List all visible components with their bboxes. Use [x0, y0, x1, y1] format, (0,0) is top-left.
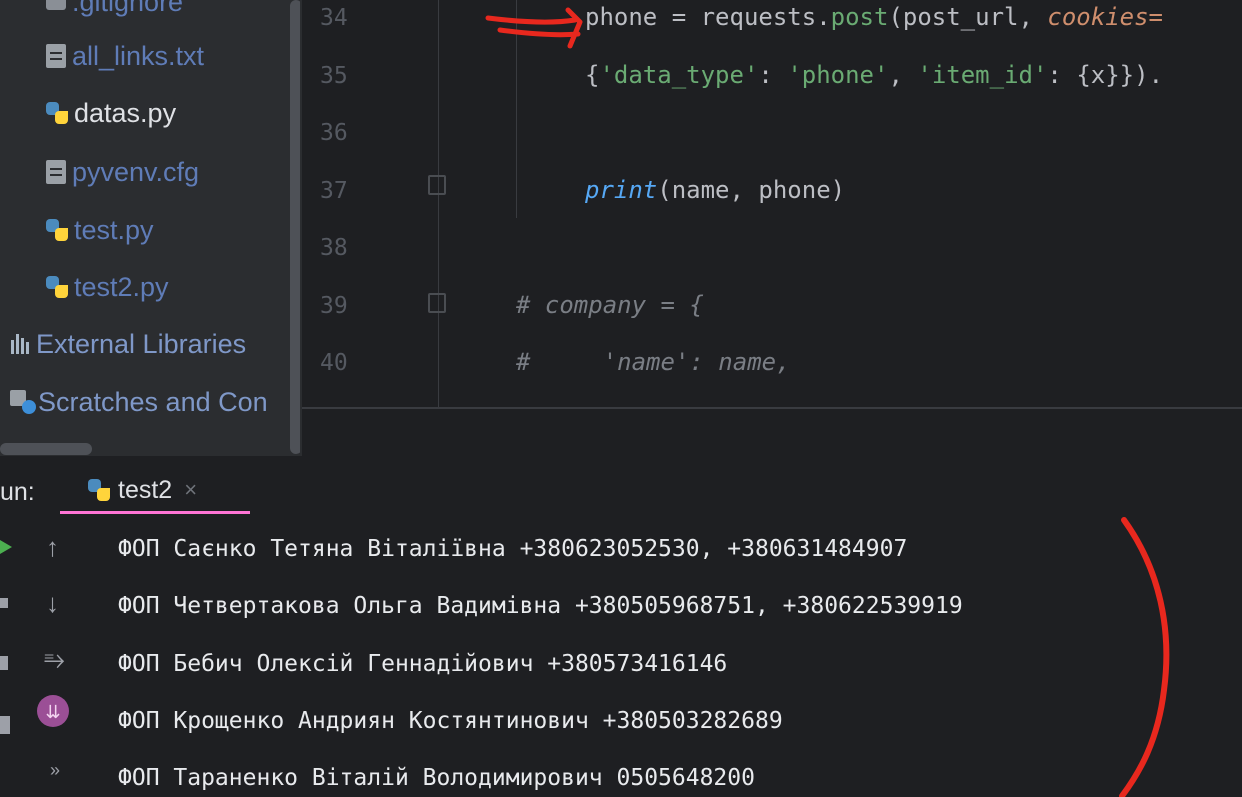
tree-item-pyvenv[interactable]: pyvenv.cfg — [46, 152, 199, 192]
library-icon — [10, 334, 34, 354]
gutter-separator — [438, 0, 439, 408]
tree-item-scratches[interactable]: Scratches and Con — [10, 382, 268, 422]
line-number: 39 — [320, 293, 348, 319]
soft-wrap-icon[interactable]: ⥱ — [44, 644, 65, 676]
settings-icon[interactable] — [0, 716, 10, 734]
stop-icon[interactable] — [0, 598, 8, 608]
run-label: un: — [0, 478, 35, 506]
run-tab-label: test2 — [118, 475, 173, 504]
code-editor[interactable]: 34 35 36 37 38 39 40 phone = requests.po… — [302, 0, 1242, 408]
scratch-icon — [10, 390, 36, 414]
console-output-line: ФОП Саєнко Тетяна Віталіївна +3806230525… — [118, 536, 908, 562]
python-file-icon — [46, 276, 68, 298]
code-line-40: # 'name': name, — [516, 348, 791, 376]
line-number: 36 — [320, 120, 348, 146]
text-file-icon — [46, 160, 66, 184]
console-output-line: ФОП Четвертакова Ольга Вадимівна +380505… — [118, 593, 963, 619]
text-file-icon — [46, 44, 66, 68]
tree-item-datas-py[interactable]: datas.py — [46, 93, 176, 133]
python-icon — [88, 479, 110, 501]
line-number: 37 — [320, 178, 348, 204]
tree-horizontal-scrollbar[interactable] — [0, 443, 92, 455]
run-tab-test2[interactable]: test2 × — [88, 472, 197, 508]
rerun-icon[interactable] — [0, 540, 12, 554]
code-line-37: print(name, phone) — [585, 176, 846, 204]
console-output-line: ФОП Тараненко Віталій Володимирович 0505… — [118, 765, 755, 791]
tree-item-all-links[interactable]: all_links.txt — [46, 36, 204, 76]
editor-lower-strip — [302, 409, 1242, 456]
layout-icon[interactable] — [0, 656, 8, 670]
tree-item-external-libraries[interactable]: External Libraries — [10, 324, 246, 364]
console-output-line: ФОП Крощенко Андриян Костянтинович +3805… — [118, 708, 783, 734]
fold-start-icon[interactable] — [428, 293, 446, 313]
close-icon[interactable]: × — [184, 477, 197, 503]
more-tools-icon[interactable]: » — [50, 760, 60, 781]
python-file-icon — [46, 102, 68, 124]
gitignore-file-icon — [46, 0, 66, 10]
tree-vertical-scrollbar[interactable] — [290, 0, 300, 454]
python-file-icon — [46, 219, 68, 241]
run-console[interactable]: ↑ ↓ ⥱ ⇊ » ФОП Саєнко Тетяна Віталіївна +… — [0, 516, 1242, 797]
code-line-34: phone = requests.post(post_url, cookies= — [585, 3, 1163, 31]
tree-item-test-py[interactable]: test.py — [46, 210, 154, 250]
line-number: 40 — [320, 350, 348, 376]
up-arrow-icon[interactable]: ↑ — [46, 532, 59, 563]
line-number: 38 — [320, 235, 348, 261]
svg-text:⇊: ⇊ — [45, 702, 60, 723]
code-line-35: {'data_type': 'phone', 'item_id': {x}}). — [585, 61, 1164, 89]
indent-guide — [516, 0, 517, 218]
down-arrow-icon[interactable]: ↓ — [46, 588, 59, 619]
project-tree: .gitignore all_links.txt datas.py pyvenv… — [0, 0, 300, 456]
line-number: 35 — [320, 63, 348, 89]
code-line-39: # company = { — [516, 291, 704, 319]
tree-item-test2-py[interactable]: test2.py — [46, 267, 169, 307]
fold-end-icon[interactable] — [428, 175, 446, 195]
active-tab-indicator — [60, 511, 250, 514]
scroll-to-end-icon[interactable]: ⇊ — [36, 694, 70, 728]
tree-item-gitignore[interactable]: .gitignore — [46, 0, 183, 22]
line-number: 34 — [320, 5, 348, 31]
console-output-line: ФОП Бебич Олексій Геннадійович +38057341… — [118, 651, 728, 677]
